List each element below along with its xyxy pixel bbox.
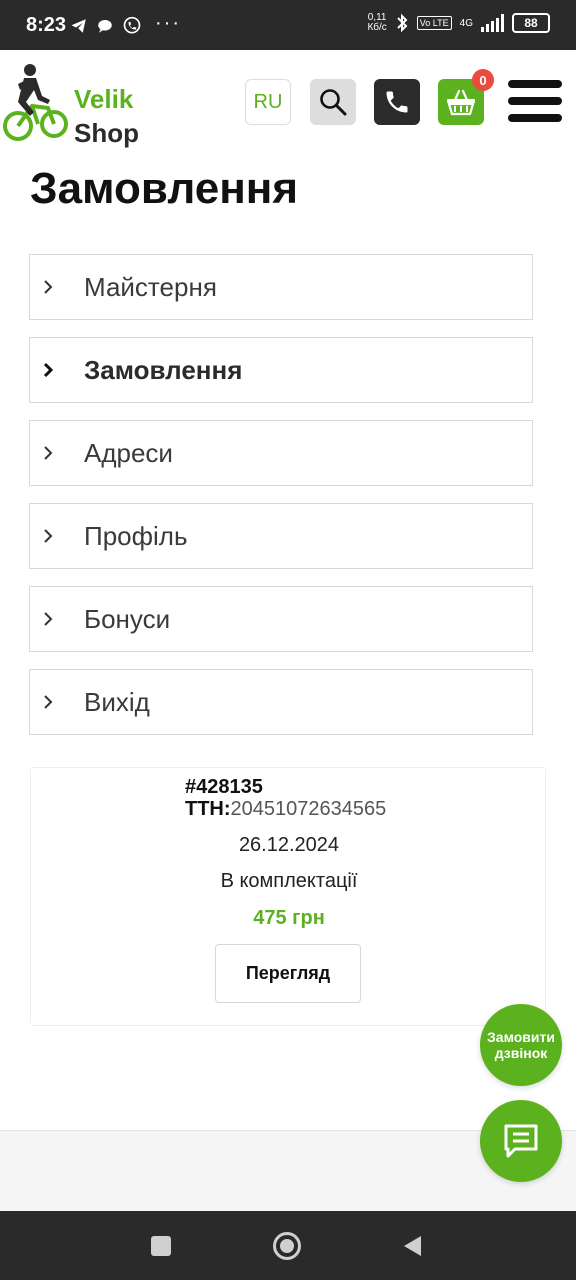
home-button[interactable]	[272, 1231, 302, 1261]
menu-item-label: Майстерня	[84, 271, 217, 302]
viber-icon	[123, 16, 141, 34]
basket-icon	[447, 89, 475, 116]
ttn-value: 20451072634565	[230, 798, 387, 820]
language-switch-button[interactable]: RU	[245, 79, 291, 125]
view-order-button[interactable]: Перегляд	[215, 944, 361, 1003]
network-type: 4G	[459, 17, 473, 29]
menu-item-orders[interactable]: Замовлення	[29, 337, 533, 403]
site-logo[interactable]: Velik Shop	[2, 62, 142, 148]
order-card: #428135 ТТН:20451072634565 26.12.2024 В …	[30, 767, 546, 1026]
call-button[interactable]	[374, 79, 420, 125]
chevron-right-icon	[42, 692, 70, 712]
chat-bubble-icon	[98, 20, 112, 33]
menu-item-addresses[interactable]: Адреси	[29, 420, 533, 486]
cart-button[interactable]: 0	[438, 69, 494, 125]
chat-icon	[504, 1124, 538, 1158]
battery-level: 88	[524, 16, 538, 30]
order-date: 26.12.2024	[238, 834, 340, 856]
menu-item-label: Адреси	[84, 437, 173, 468]
telegram-icon	[71, 19, 86, 33]
battery-icon: 88	[512, 13, 550, 33]
bluetooth-icon	[397, 13, 408, 33]
phone-icon	[386, 91, 408, 113]
menu-item-profile[interactable]: Профіль	[29, 503, 533, 569]
menu-item-label: Вихід	[84, 686, 150, 717]
ttn-label: ТТН:	[185, 798, 231, 820]
status-bar: 8:23 ··· 0,11 Кб/с Vo LTE 4G 88	[0, 0, 576, 50]
square-icon	[151, 1236, 171, 1256]
menu-item-label: Замовлення	[84, 354, 243, 385]
signal-icon	[481, 14, 504, 32]
chevron-right-icon	[42, 609, 70, 629]
site-header: Velik Shop RU 0	[0, 50, 576, 154]
page-title: Замовлення	[30, 164, 299, 213]
net-speed: 0,11 Кб/с	[367, 13, 386, 33]
chevron-right-icon	[42, 277, 70, 297]
chevron-right-icon	[42, 526, 70, 546]
menu-item-label: Бонуси	[84, 603, 171, 634]
net-speed-unit: Кб/с	[367, 22, 387, 33]
notification-icons	[70, 16, 142, 36]
chevron-right-icon	[42, 443, 70, 463]
chat-button[interactable]	[480, 1100, 562, 1182]
home-circle-icon	[273, 1232, 301, 1260]
logo-text-velik: Velik	[74, 84, 134, 114]
callback-label-line2: дзвінок	[494, 1045, 548, 1061]
order-number: #428135	[185, 776, 263, 798]
order-price: 475 грн	[253, 907, 325, 929]
menu-item-workshop[interactable]: Майстерня	[29, 254, 533, 320]
chevron-right-icon	[42, 360, 70, 380]
menu-item-label: Профіль	[84, 520, 188, 551]
cyclist-logo-icon	[3, 64, 68, 141]
cart-count-badge: 0	[472, 69, 494, 91]
status-time: 8:23	[26, 14, 67, 36]
order-status: В комплектації	[220, 870, 358, 892]
callback-label-line1: Замовити	[487, 1029, 555, 1045]
status-right: 0,11 Кб/с Vo LTE 4G 88	[367, 13, 550, 33]
volte-badge: Vo LTE	[416, 16, 452, 30]
back-button[interactable]	[398, 1231, 428, 1261]
request-callback-button[interactable]: Замовити дзвінок	[480, 1004, 562, 1086]
search-button[interactable]	[310, 79, 356, 125]
more-notifications-icon: ···	[155, 12, 181, 34]
order-ttn: ТТН:20451072634565	[185, 798, 386, 821]
system-navigation-bar	[0, 1211, 576, 1280]
search-icon	[320, 89, 347, 116]
menu-item-bonuses[interactable]: Бонуси	[29, 586, 533, 652]
logo-text-shop: Shop	[74, 118, 139, 148]
menu-item-logout[interactable]: Вихід	[29, 669, 533, 735]
back-triangle-icon	[404, 1236, 421, 1256]
hamburger-menu-icon[interactable]	[508, 80, 562, 126]
account-menu: Майстерня Замовлення Адреси Профіль Бону…	[29, 254, 533, 752]
recents-button[interactable]	[146, 1231, 176, 1261]
